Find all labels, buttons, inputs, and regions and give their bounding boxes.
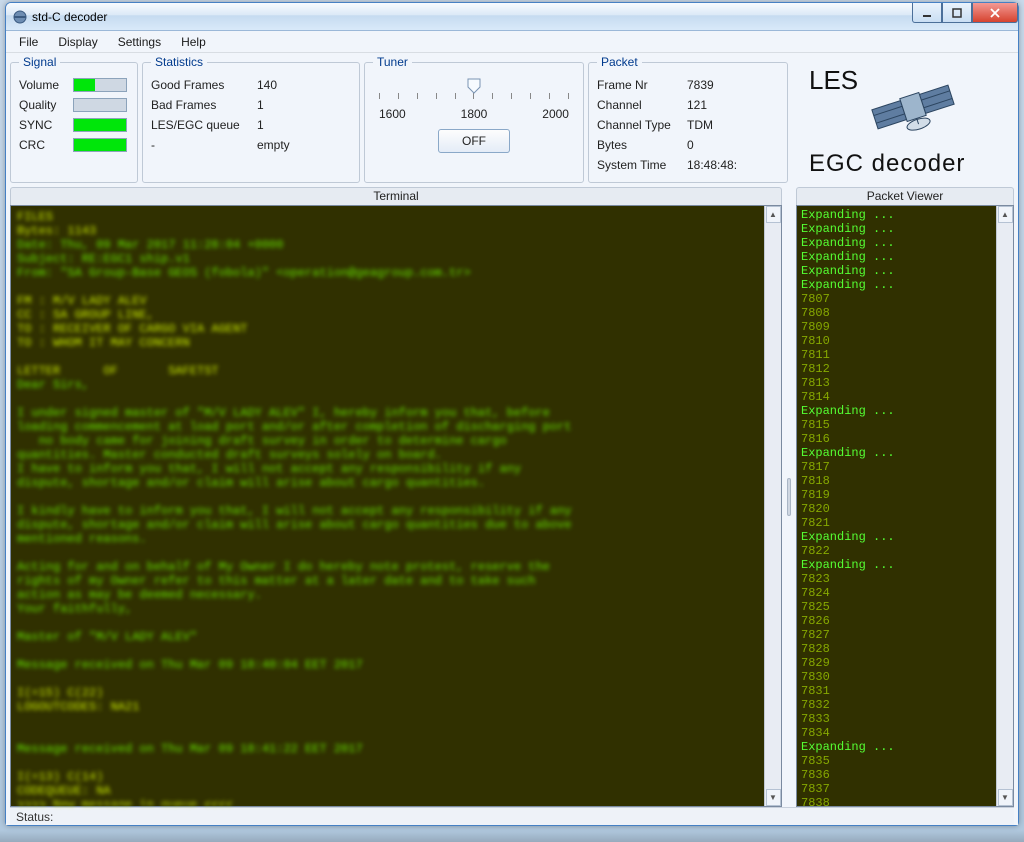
packet-row: Bytes 0 (597, 135, 779, 155)
panel-stats-legend: Statistics (151, 55, 207, 69)
panel-statistics: Statistics Good Frames140Bad Frames1LES/… (142, 55, 360, 183)
logo-area: LES EGC decoder (792, 55, 1014, 183)
tuner-tick-1: 1800 (461, 107, 488, 121)
stats-row: Good Frames 140 (151, 75, 351, 95)
scroll-down-icon[interactable]: ▼ (766, 789, 781, 806)
scroll-up-icon[interactable]: ▲ (998, 206, 1013, 223)
viewer-scrollbar[interactable]: ▲ ▼ (996, 206, 1013, 806)
terminal-content[interactable]: FILES Bytes: 1143 Date: Thu, 09 Mar 2017… (11, 206, 764, 806)
packet-label: Bytes (597, 138, 681, 152)
satellite-icon: LES EGC decoder (803, 59, 1003, 179)
signal-row: Volume (19, 75, 129, 95)
panel-signal-legend: Signal (19, 55, 60, 69)
tuner-off-button[interactable]: OFF (438, 129, 510, 153)
stats-label: - (151, 138, 251, 152)
terminal-title: Terminal (10, 187, 782, 205)
panel-tuner: Tuner 1600 1800 2000 (364, 55, 584, 183)
packet-value: TDM (687, 118, 713, 132)
packet-label: Channel Type (597, 118, 681, 132)
signal-bar (73, 98, 127, 112)
close-button[interactable] (972, 3, 1018, 23)
packet-value: 7839 (687, 78, 714, 92)
stats-row: -empty (151, 135, 351, 155)
signal-bar (73, 138, 127, 152)
packet-value: 18:48:48: (687, 158, 737, 172)
splitter-handle[interactable] (786, 187, 792, 807)
viewer-pane: Packet Viewer Expanding ... Expanding ..… (796, 187, 1014, 807)
signal-label: SYNC (19, 118, 67, 132)
packet-value: 121 (687, 98, 707, 112)
titlebar[interactable]: std-C decoder (6, 3, 1018, 31)
main-window: std-C decoder File Display Settings Help… (5, 2, 1019, 826)
packet-row: System Time 18:48:48: (597, 155, 779, 175)
signal-bar (73, 118, 127, 132)
packet-row: Frame Nr 7839 (597, 75, 779, 95)
stats-value: 1 (257, 98, 264, 112)
packet-row: Channel Type TDM (597, 115, 779, 135)
panel-tuner-legend: Tuner (373, 55, 412, 69)
tuner-tick-2: 2000 (542, 107, 569, 121)
terminal-scrollbar[interactable]: ▲ ▼ (764, 206, 781, 806)
stats-value: 140 (257, 78, 277, 92)
menubar: File Display Settings Help (6, 31, 1018, 53)
minimize-button[interactable] (912, 3, 942, 23)
stats-value: 1 (257, 118, 264, 132)
signal-row: SYNC (19, 115, 129, 135)
menu-settings[interactable]: Settings (109, 32, 170, 52)
packet-label: Frame Nr (597, 78, 681, 92)
signal-bar (73, 78, 127, 92)
menu-file[interactable]: File (10, 32, 47, 52)
signal-label: CRC (19, 138, 67, 152)
slider-thumb-icon[interactable] (466, 77, 482, 98)
stats-label: Good Frames (151, 78, 251, 92)
stats-row: LES/EGC queue 1 (151, 115, 351, 135)
logo-text-1: LES (809, 65, 858, 95)
maximize-button[interactable] (942, 3, 972, 23)
packet-label: System Time (597, 158, 681, 172)
scroll-down-icon[interactable]: ▼ (998, 789, 1013, 806)
panel-packet: Packet Frame Nr 7839 Channel 121 Channel Typ… (588, 55, 788, 183)
statusbar: Status: (10, 807, 1014, 825)
tuner-slider[interactable] (379, 93, 569, 105)
menu-help[interactable]: Help (172, 32, 215, 52)
scroll-up-icon[interactable]: ▲ (766, 206, 781, 223)
viewer-title: Packet Viewer (796, 187, 1014, 205)
viewer-content[interactable]: Expanding ... Expanding ... Expanding ..… (797, 206, 996, 806)
app-icon (12, 9, 28, 25)
stats-label: Bad Frames (151, 98, 251, 112)
stats-value: empty (257, 138, 290, 152)
logo-text-2: EGC decoder (809, 150, 965, 177)
stats-label: LES/EGC queue (151, 118, 251, 132)
panel-signal: Signal Volume Quality SYNC CRC (10, 55, 138, 183)
terminal-pane: Terminal FILES Bytes: 1143 Date: Thu, 09… (10, 187, 782, 807)
signal-row: Quality (19, 95, 129, 115)
menu-display[interactable]: Display (49, 32, 106, 52)
tuner-tick-0: 1600 (379, 107, 406, 121)
signal-label: Volume (19, 78, 67, 92)
stats-row: Bad Frames 1 (151, 95, 351, 115)
panel-packet-legend: Packet (597, 55, 642, 69)
packet-value: 0 (687, 138, 694, 152)
window-title: std-C decoder (32, 10, 107, 24)
packet-row: Channel 121 (597, 95, 779, 115)
packet-label: Channel (597, 98, 681, 112)
signal-label: Quality (19, 98, 67, 112)
signal-row: CRC (19, 135, 129, 155)
